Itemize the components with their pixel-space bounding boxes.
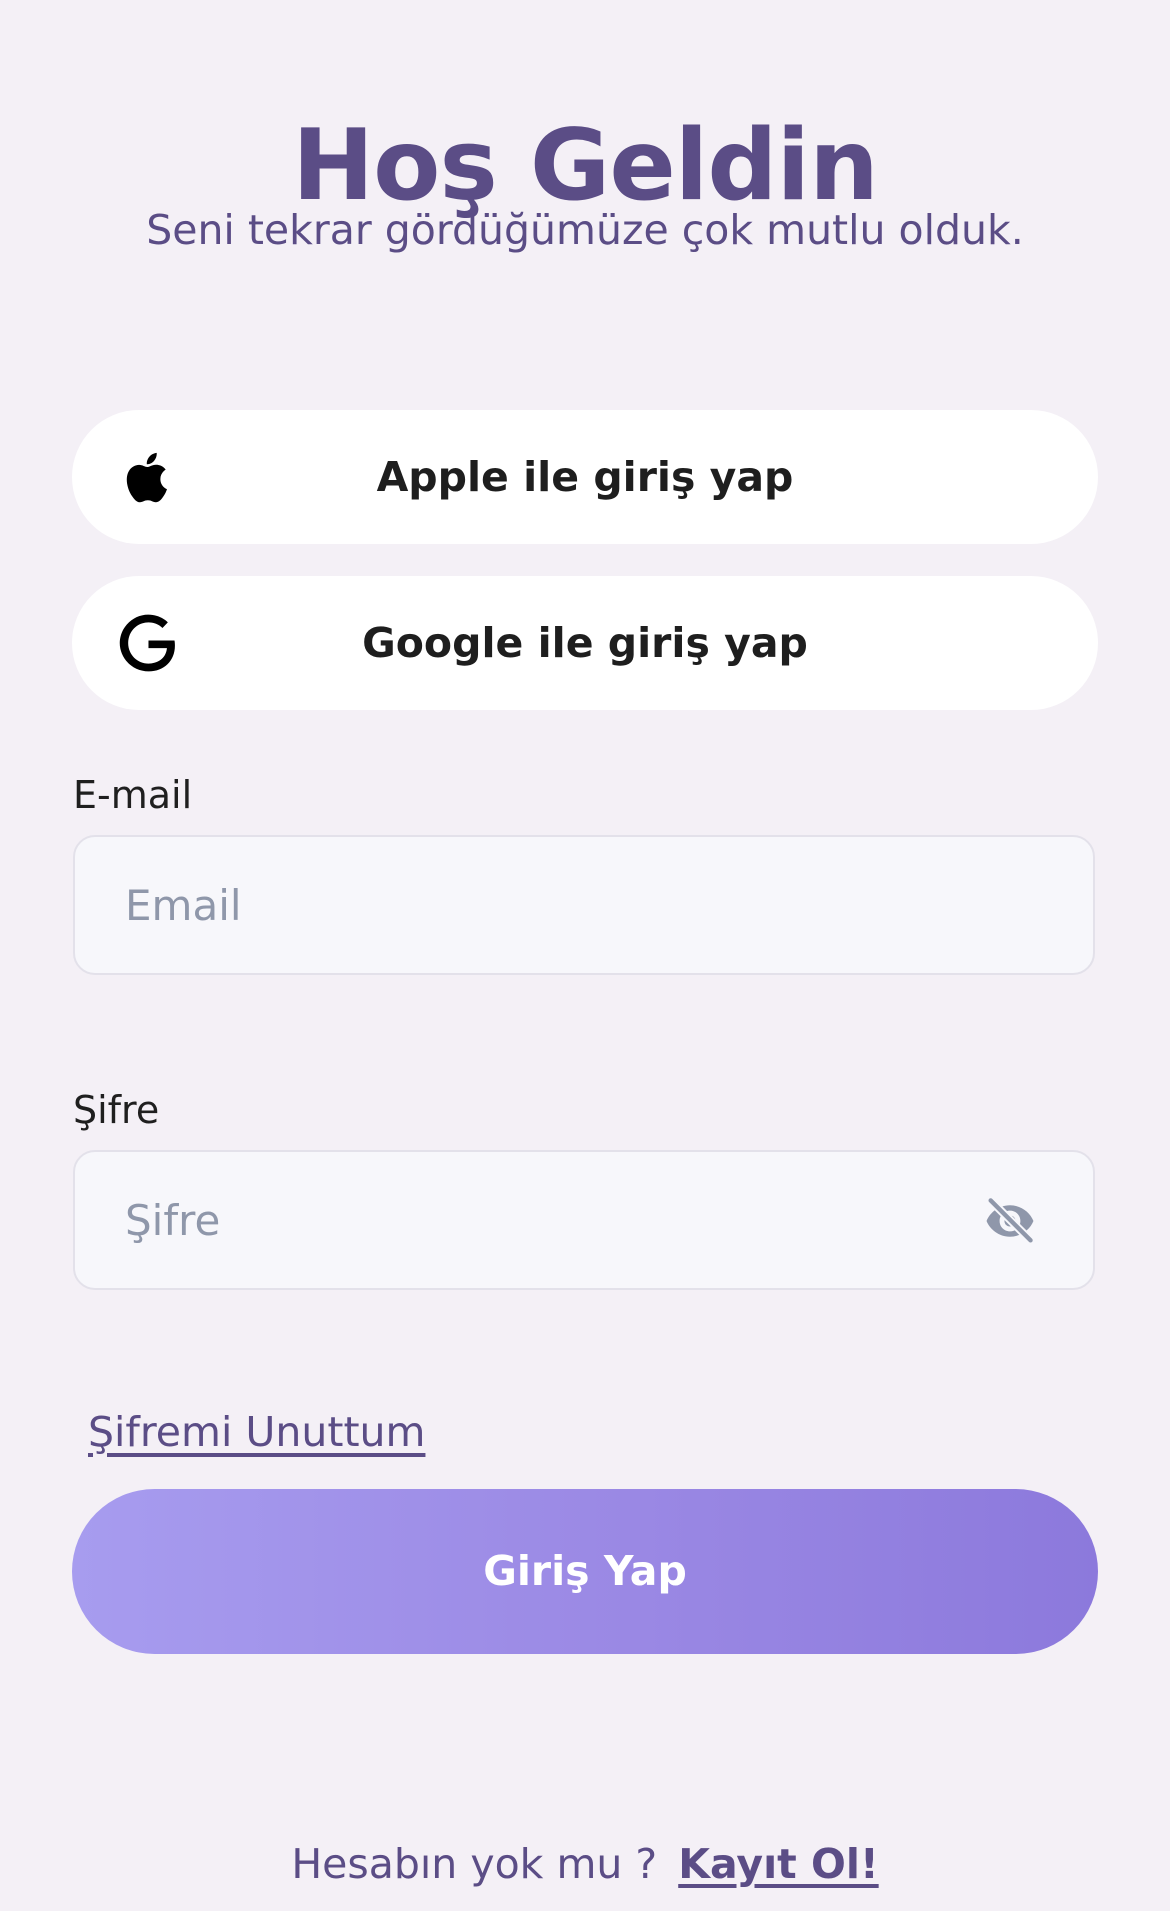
signup-prompt: Hesabın yok mu ? Kayıt Ol! bbox=[0, 1836, 1170, 1892]
google-signin-label: Google ile giriş yap bbox=[362, 619, 808, 667]
google-signin-button[interactable]: Google ile giriş yap bbox=[72, 576, 1098, 710]
password-input[interactable] bbox=[125, 1152, 985, 1288]
login-button-label: Giriş Yap bbox=[483, 1547, 687, 1595]
eye-slash-icon[interactable] bbox=[979, 1192, 1041, 1250]
apple-signin-button[interactable]: Apple ile giriş yap bbox=[72, 410, 1098, 544]
email-label: E-mail bbox=[73, 773, 193, 817]
signup-prompt-text: Hesabın yok mu ? bbox=[291, 1840, 658, 1888]
email-input[interactable] bbox=[125, 837, 985, 973]
email-field-container bbox=[73, 835, 1095, 975]
apple-signin-label: Apple ile giriş yap bbox=[376, 453, 794, 501]
password-label: Şifre bbox=[73, 1088, 160, 1132]
password-field-container bbox=[73, 1150, 1095, 1290]
forgot-password-link[interactable]: Şifremi Unuttum bbox=[88, 1404, 425, 1460]
signup-link[interactable]: Kayıt Ol! bbox=[678, 1840, 878, 1888]
login-button[interactable]: Giriş Yap bbox=[72, 1489, 1098, 1654]
page-subtitle: Seni tekrar gördüğümüze çok mutlu olduk. bbox=[146, 206, 1024, 254]
